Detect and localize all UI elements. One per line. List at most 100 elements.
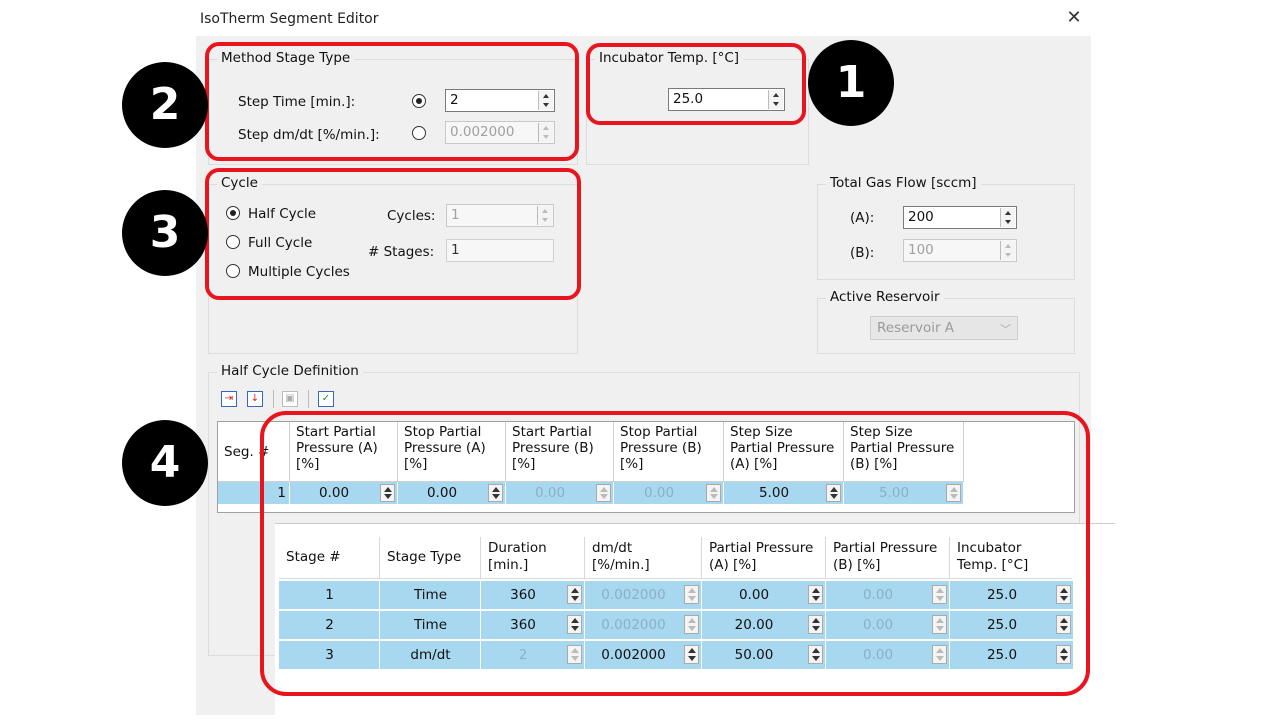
gas-flow-group: Total Gas Flow [sccm]	[817, 175, 1075, 280]
duration-cell[interactable]: 360	[481, 581, 585, 610]
start-pp-b-cell[interactable]: 0.00	[506, 482, 614, 504]
start-pp-a-cell[interactable]: 0.00	[290, 482, 398, 504]
ppa-value: 0.00	[738, 587, 770, 603]
stop-pp-a-cell[interactable]: 0.00	[398, 482, 506, 504]
copy-icon[interactable]: ▣	[282, 391, 298, 407]
paste-icon[interactable]: ✓	[318, 391, 334, 407]
dmdt-cell[interactable]: 0.002000	[585, 581, 702, 610]
start-pp-b-spin-icon[interactable]	[596, 484, 611, 502]
step-time-input[interactable]: 2	[445, 89, 555, 112]
temp-spin-icon[interactable]	[1056, 645, 1071, 664]
table-row[interactable]: 2 Time 360 0.002000 20.00 0.00 25.0	[279, 611, 1280, 640]
step-dmdt-input[interactable]: 0.002000	[445, 121, 555, 144]
insert-row-icon[interactable]: ↓	[247, 391, 263, 407]
ppb-value: 0.00	[862, 617, 894, 633]
ppb-spin-icon[interactable]	[932, 645, 947, 664]
step-pp-b-cell[interactable]: 5.00	[844, 482, 964, 504]
full-cycle-label: Full Cycle	[248, 235, 313, 251]
step-pp-b-spin-icon[interactable]	[946, 484, 961, 502]
dmdt-value: 0.002000	[601, 647, 666, 663]
cycles-input[interactable]: 1	[446, 204, 554, 227]
dmdt-header: dm/dt [%/min.]	[585, 537, 702, 579]
duration-spin-icon[interactable]	[567, 585, 582, 604]
temp-cell[interactable]: 25.0	[950, 581, 1074, 610]
dmdt-spin-icon[interactable]	[684, 645, 699, 664]
ppa-spin-icon[interactable]	[808, 615, 823, 634]
dmdt-spin-icon[interactable]	[684, 585, 699, 604]
stage-type-value: Time	[413, 617, 448, 633]
annotation-badge-3: 3	[122, 190, 208, 276]
ppb-cell[interactable]: 0.00	[826, 581, 950, 610]
step-pp-a-spin-icon[interactable]	[826, 484, 841, 502]
table-row[interactable]: 3 dm/dt 2 0.002000 50.00 0.00 25.0	[279, 641, 1280, 670]
temp-spin-icon[interactable]	[1056, 615, 1071, 634]
stages-value: 1	[451, 242, 460, 258]
add-row-icon[interactable]: ⇥	[221, 391, 237, 407]
step-dmdt-radio[interactable]	[412, 126, 426, 140]
step-time-radio[interactable]	[412, 94, 426, 108]
gas-flow-a-input[interactable]: 200	[903, 206, 1017, 229]
incubator-temp-title: Incubator Temp. [°C]	[595, 50, 744, 66]
multiple-cycles-radio[interactable]	[226, 264, 240, 278]
seg-header: Seg. #	[218, 422, 290, 482]
reservoir-value: Reservoir A	[877, 320, 955, 336]
ppb-cell[interactable]: 0.00	[826, 611, 950, 640]
stage-type-cell: Time	[380, 611, 481, 640]
ppa-cell[interactable]: 50.00	[702, 641, 826, 670]
duration-spin-icon[interactable]	[567, 615, 582, 634]
dmdt-cell[interactable]: 0.002000	[585, 641, 702, 670]
table-row[interactable]: 1 Time 360 0.002000 0.00 0.00 25.0	[279, 581, 1280, 610]
start-pp-a-spin-icon[interactable]	[380, 484, 395, 502]
temp-spin-icon[interactable]	[1056, 585, 1071, 604]
step-time-label: Step Time [min.]:	[238, 94, 356, 110]
gas-flow-title: Total Gas Flow [sccm]	[826, 175, 981, 191]
table-row[interactable]: 1 0.00 0.00 0.00 0.00 5.00 5.00	[218, 482, 964, 504]
stage-num-cell: 2	[279, 611, 380, 640]
temp-cell[interactable]: 25.0	[950, 641, 1074, 670]
incubator-header: Incubator Temp. [°C]	[950, 537, 1072, 579]
stage-type-cell: dm/dt	[380, 641, 481, 670]
gas-flow-a-spin-icon[interactable]	[1000, 208, 1015, 227]
ppb-cell[interactable]: 0.00	[826, 641, 950, 670]
close-icon[interactable]: ✕	[1064, 8, 1084, 28]
seg-cell: 1	[218, 482, 290, 504]
toolbar-separator	[273, 390, 274, 408]
step-dmdt-spin-icon[interactable]	[538, 123, 553, 142]
gas-flow-b-input[interactable]: 100	[903, 239, 1017, 262]
ppa-spin-icon[interactable]	[808, 585, 823, 604]
half-cycle-radio[interactable]	[226, 206, 240, 220]
incubator-temp-input[interactable]: 25.0	[668, 88, 785, 111]
ppb-spin-icon[interactable]	[932, 585, 947, 604]
full-cycle-radio[interactable]	[226, 235, 240, 249]
stage-num-header: Stage #	[279, 537, 380, 579]
reservoir-select[interactable]: Reservoir A ﹀	[870, 316, 1018, 340]
incubator-temp-spin-icon[interactable]	[768, 90, 783, 109]
dmdt-value: 0.002000	[601, 587, 666, 603]
toolbar-separator	[308, 390, 309, 408]
duration-spin-icon[interactable]	[567, 645, 582, 664]
method-stage-type-title: Method Stage Type	[217, 50, 355, 66]
stages-label: # Stages:	[368, 244, 435, 260]
ppa-cell[interactable]: 20.00	[702, 611, 826, 640]
step-time-spin-icon[interactable]	[538, 91, 553, 110]
cycles-value: 1	[451, 207, 460, 223]
ppb-value: 0.00	[862, 587, 894, 603]
dmdt-cell[interactable]: 0.002000	[585, 611, 702, 640]
stop-pp-a-spin-icon[interactable]	[488, 484, 503, 502]
temp-cell[interactable]: 25.0	[950, 611, 1074, 640]
gas-flow-b-value: 100	[908, 242, 934, 258]
ppa-cell[interactable]: 0.00	[702, 581, 826, 610]
duration-cell[interactable]: 2	[481, 641, 585, 670]
stage-type-value: dm/dt	[410, 647, 451, 663]
ppb-value: 0.00	[862, 647, 894, 663]
cycles-spin-icon[interactable]	[537, 206, 552, 225]
duration-cell[interactable]: 360	[481, 611, 585, 640]
stop-pp-b-spin-icon[interactable]	[706, 484, 721, 502]
gas-flow-b-spin-icon[interactable]	[1000, 241, 1015, 260]
step-pp-a-cell[interactable]: 5.00	[724, 482, 844, 504]
ppb-spin-icon[interactable]	[932, 615, 947, 634]
stop-pp-b-cell[interactable]: 0.00	[614, 482, 724, 504]
step-pp-a-header: Step Size Partial Pressure (A) [%]	[724, 422, 844, 482]
dmdt-spin-icon[interactable]	[684, 615, 699, 634]
ppa-spin-icon[interactable]	[808, 645, 823, 664]
